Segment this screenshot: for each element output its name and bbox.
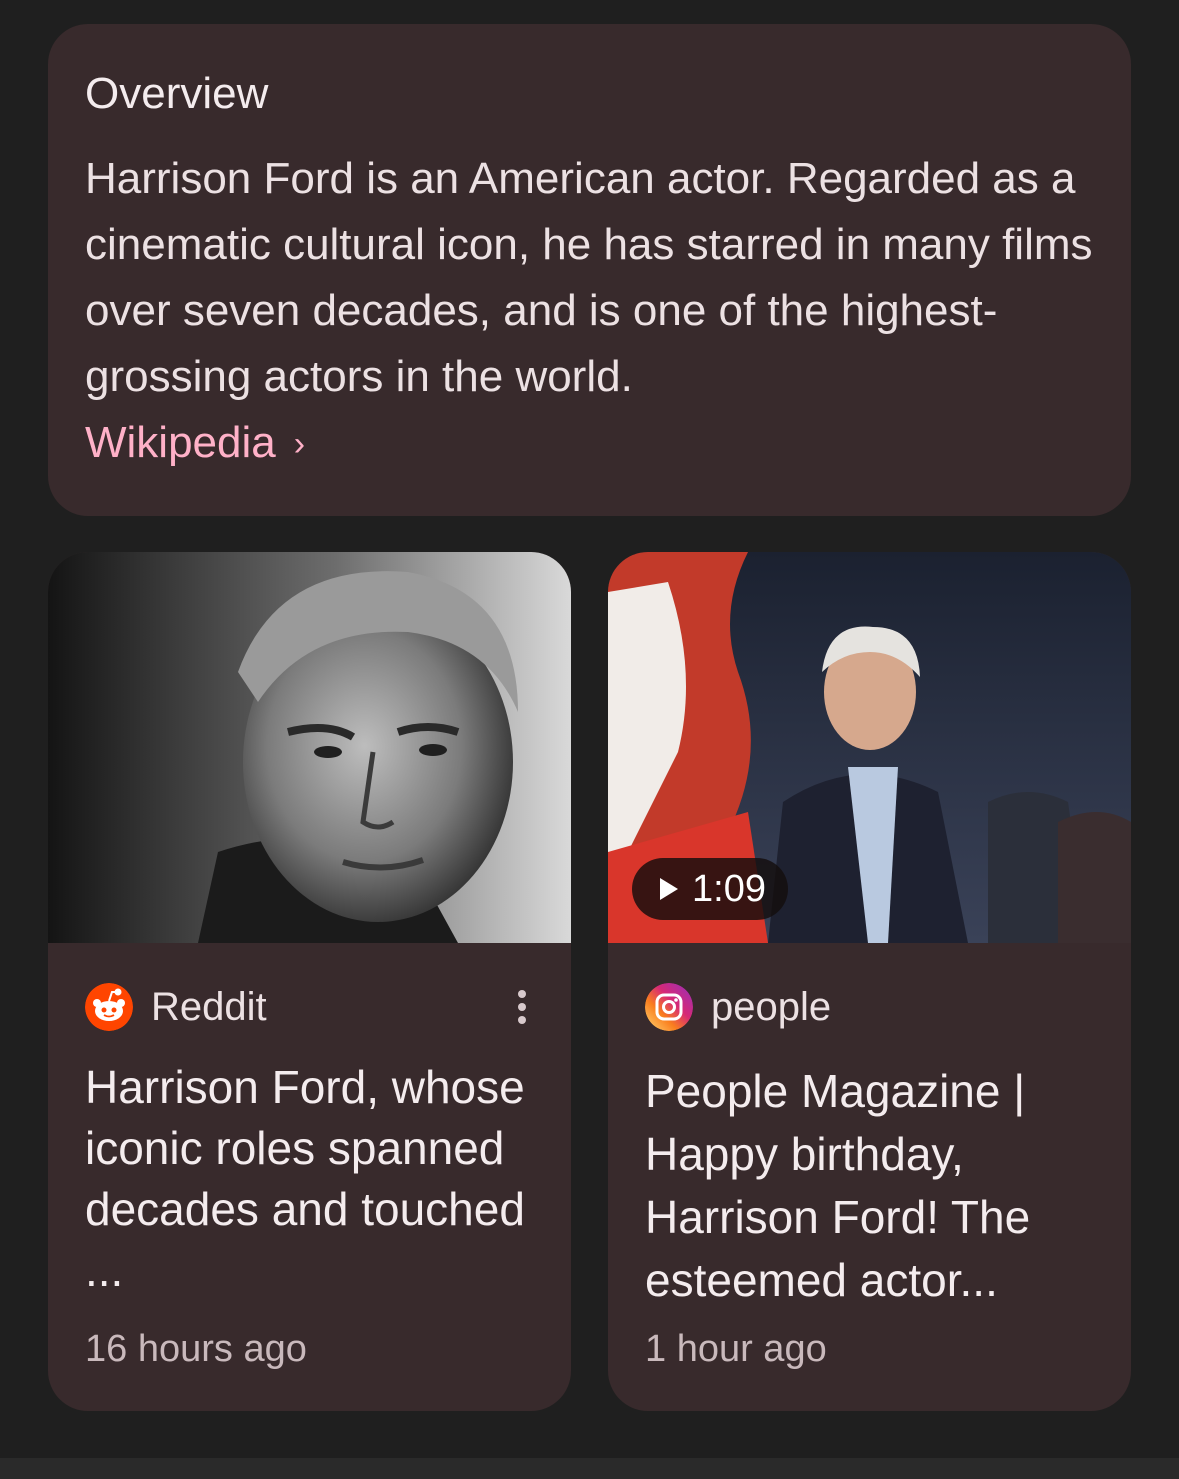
news-timestamp: 16 hours ago — [85, 1328, 307, 1370]
chevron-right-icon: › — [293, 425, 306, 463]
more-options-icon[interactable] — [510, 983, 534, 1031]
news-card-reddit[interactable]: Reddit Harrison Ford, whose iconic roles… — [48, 552, 571, 1411]
reddit-icon — [85, 983, 133, 1031]
news-thumbnail-portrait[interactable] — [48, 552, 571, 943]
video-thumbnail[interactable]: 1:09 — [608, 552, 1131, 943]
news-headline[interactable]: Harrison Ford, whose iconic roles spanne… — [85, 1057, 541, 1301]
video-duration: 1:09 — [692, 867, 766, 910]
news-headline[interactable]: People Magazine | Happy birthday, Harris… — [645, 1060, 1101, 1312]
portrait-photo — [48, 552, 571, 943]
overview-card: Overview Harrison Ford is an American ac… — [48, 24, 1131, 516]
source-name: people — [711, 984, 832, 1029]
overview-description: Harrison Ford is an American actor. Rega… — [85, 154, 1093, 401]
wikipedia-link[interactable]: Wikipedia › — [85, 410, 305, 476]
source-row: Reddit — [85, 982, 534, 1032]
bottom-divider — [0, 1458, 1179, 1479]
overview-title: Overview — [85, 69, 269, 118]
video-duration-chip: 1:09 — [632, 858, 788, 920]
play-icon — [660, 878, 678, 900]
instagram-icon — [645, 983, 693, 1031]
source-row: people — [645, 982, 1094, 1032]
news-card-people[interactable]: 1:09 people People Magazine | Happy birt… — [608, 552, 1131, 1411]
news-timestamp: 1 hour ago — [645, 1328, 827, 1370]
source-name: Reddit — [151, 984, 267, 1029]
wikipedia-link-label: Wikipedia — [85, 418, 276, 467]
